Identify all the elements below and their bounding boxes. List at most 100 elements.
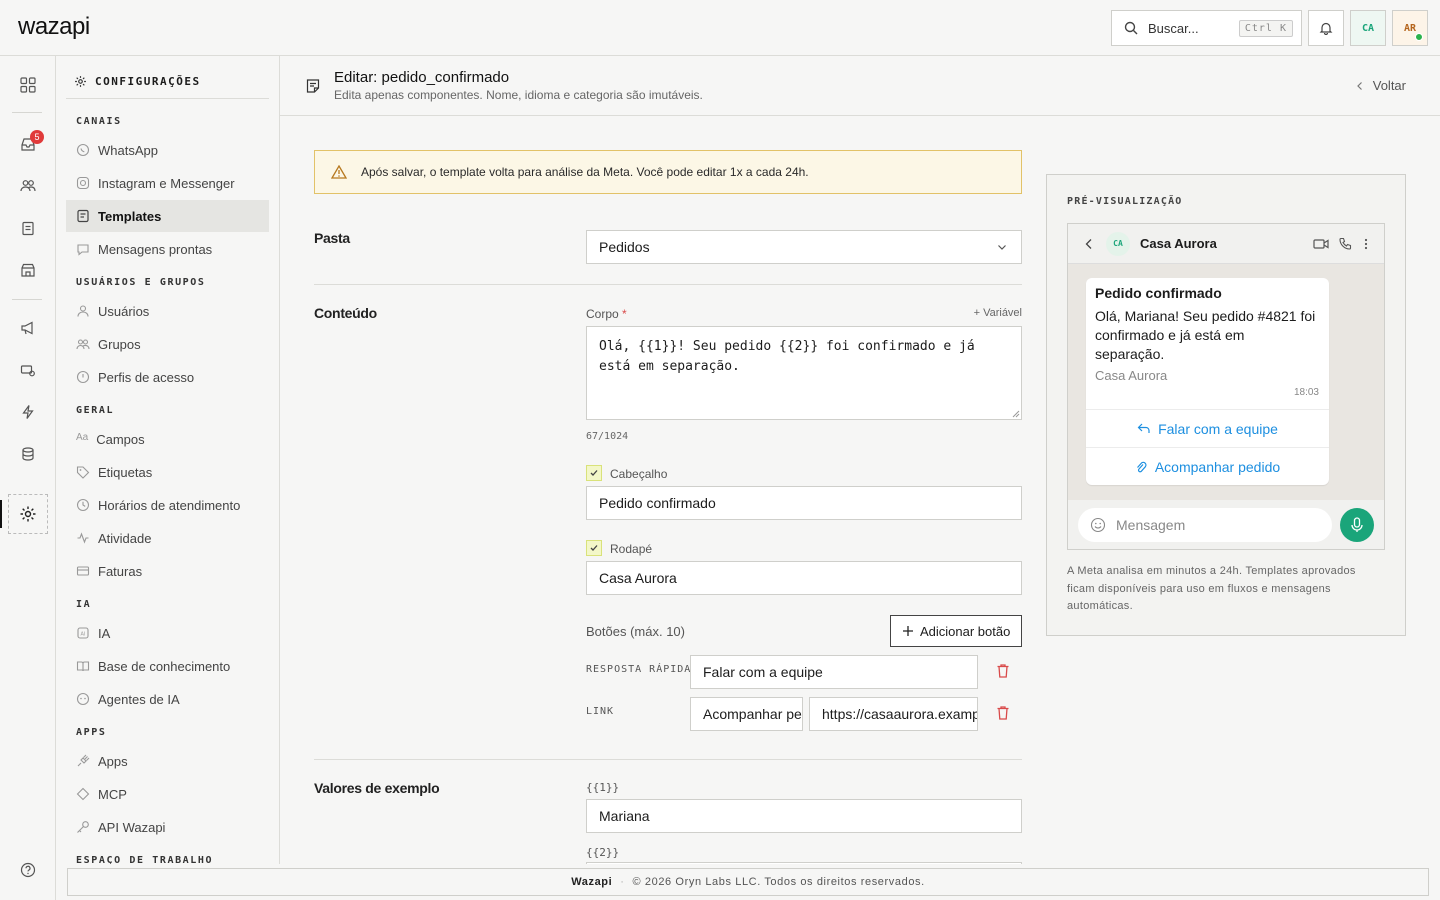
conteudo-section-label: Conteúdo — [314, 305, 377, 321]
template-icon — [76, 209, 90, 223]
sidebar-item-api[interactable]: API Wazapi — [66, 811, 269, 843]
user-avatar-button[interactable]: AR — [1392, 10, 1428, 46]
add-variable-button[interactable]: + Variável — [974, 307, 1022, 319]
search-icon — [1124, 21, 1138, 35]
section-canais: CANAIS — [76, 116, 122, 127]
resize-handle-icon[interactable] — [1012, 410, 1020, 418]
chat-message-input[interactable]: Mensagem — [1078, 508, 1332, 542]
sidebar-item-label: WhatsApp — [98, 142, 158, 158]
bot-icon — [76, 692, 90, 706]
sidebar-item-agentes[interactable]: Agentes de IA — [66, 683, 269, 715]
link-icon — [1136, 461, 1147, 472]
sidebar-item-ia[interactable]: AI IA — [66, 617, 269, 649]
sidebar-item-campos[interactable]: Aa Campos — [66, 423, 269, 455]
icon-rail: 5 — [0, 56, 56, 900]
sidebar-item-perfis[interactable]: Perfis de acesso — [66, 361, 269, 393]
warning-text: Após salvar, o template volta para análi… — [361, 165, 809, 179]
whatsapp-icon — [76, 143, 90, 157]
sidebar-item-whatsapp[interactable]: WhatsApp — [66, 134, 269, 166]
page-subtitle: Edita apenas componentes. Nome, idioma e… — [334, 88, 703, 102]
sidebar-item-label: Templates — [98, 208, 162, 224]
rail-database[interactable] — [14, 440, 42, 468]
sidebar-item-label: Perfis de acesso — [98, 369, 195, 385]
pasta-select[interactable]: Pedidos — [586, 230, 1022, 264]
sidebar-item-label: API Wazapi — [98, 819, 166, 835]
rail-store[interactable] — [14, 256, 42, 284]
search-placeholder: Buscar... — [1148, 20, 1199, 36]
ai-icon: AI — [76, 626, 90, 640]
button2-text-input[interactable]: Acompanhar pedido — [690, 697, 803, 731]
grid-icon — [20, 77, 36, 93]
preview-note: A Meta analisa em minutos a 24h. Templat… — [1067, 565, 1356, 612]
chat-input-bar: Mensagem — [1068, 500, 1384, 549]
chat-avatar: CA — [1106, 231, 1130, 256]
message-body: Olá, Mariana! Seu pedido #4821 foi confi… — [1095, 308, 1316, 362]
chat-input-placeholder: Mensagem — [1116, 517, 1186, 533]
preview-button1-label: Falar com a equipe — [1158, 420, 1278, 437]
trash-icon[interactable] — [996, 705, 1010, 721]
sidebar-item-mensagens-prontas[interactable]: Mensagens prontas — [66, 233, 269, 265]
rail-divider — [12, 299, 42, 300]
chat-header: CA Casa Aurora — [1068, 224, 1384, 264]
org-avatar-button[interactable]: CA — [1350, 10, 1386, 46]
preview-quick-reply-button[interactable]: Falar com a equipe — [1086, 409, 1329, 447]
sidebar-item-etiquetas[interactable]: Etiquetas — [66, 456, 269, 488]
trash-icon[interactable] — [996, 663, 1010, 679]
activity-icon — [76, 531, 90, 545]
page-header: Editar: pedido_confirmado Edita apenas c… — [280, 56, 1440, 116]
sidebar-item-base-conhecimento[interactable]: Base de conhecimento — [66, 650, 269, 682]
app-logo[interactable]: wazapi — [18, 13, 90, 41]
add-button-button[interactable]: Adicionar botão — [890, 615, 1022, 647]
sidebar-item-mcp[interactable]: MCP — [66, 778, 269, 810]
rodape-checkbox[interactable] — [586, 540, 602, 556]
page-title: Editar: pedido_confirmado — [334, 69, 510, 86]
message-bubble: Pedido confirmado Olá, Mariana! Seu pedi… — [1086, 278, 1329, 485]
group-icon — [76, 337, 90, 351]
warning-icon — [331, 165, 347, 179]
button2-url-input[interactable]: https://casaaurora.example — [809, 697, 978, 731]
cabecalho-checkbox[interactable] — [586, 465, 602, 481]
sidebar-item-templates[interactable]: Templates — [66, 200, 269, 232]
rail-dashboard[interactable] — [14, 71, 42, 99]
mic-button[interactable] — [1340, 508, 1374, 542]
rail-tasks[interactable] — [14, 214, 42, 242]
back-button[interactable]: Voltar — [1355, 78, 1406, 93]
notifications-button[interactable] — [1308, 10, 1344, 46]
user-icon — [76, 304, 90, 318]
add-button-label: Adicionar botão — [920, 623, 1011, 639]
sidebar-item-usuarios[interactable]: Usuários — [66, 295, 269, 327]
sidebar-item-label: Faturas — [98, 563, 143, 579]
rail-settings-active[interactable] — [8, 494, 48, 534]
text-fields-icon: Aa — [76, 432, 89, 443]
book-icon — [76, 659, 90, 673]
sidebar-item-label: Base de conhecimento — [98, 658, 231, 674]
corpo-textarea[interactable]: Olá, {{1}}! Seu pedido {{2}} foi confirm… — [586, 326, 1022, 420]
rail-help[interactable] — [14, 856, 42, 884]
rail-tickets[interactable] — [14, 356, 42, 384]
var2-input[interactable] — [586, 862, 1022, 864]
sidebar-item-instagram[interactable]: Instagram e Messenger — [66, 167, 269, 199]
cabecalho-input[interactable]: Pedido confirmado — [586, 486, 1022, 520]
corpo-label-text: Corpo — [586, 307, 619, 321]
sidebar-item-horarios[interactable]: Horários de atendimento — [66, 489, 269, 521]
clipboard-icon — [22, 221, 34, 236]
rodape-input[interactable]: Casa Aurora — [586, 561, 1022, 595]
sidebar-item-label: MCP — [98, 786, 127, 802]
chat-contact-name: Casa Aurora — [1140, 236, 1217, 251]
sidebar-item-faturas[interactable]: Faturas — [66, 555, 269, 587]
sidebar-item-atividade[interactable]: Atividade — [66, 522, 269, 554]
lightning-icon — [22, 405, 34, 419]
var1-input[interactable]: Mariana — [586, 799, 1022, 833]
rail-campaigns[interactable] — [14, 314, 42, 342]
rail-automations[interactable] — [14, 398, 42, 426]
tickets-icon — [20, 365, 35, 377]
stack-icon — [22, 447, 34, 461]
rail-contacts[interactable] — [14, 172, 42, 200]
pasta-select-value: Pedidos — [599, 239, 650, 255]
preview-link-button[interactable]: Acompanhar pedido — [1086, 447, 1329, 485]
button1-text-input[interactable]: Falar com a equipe — [690, 655, 978, 689]
search-box[interactable]: Buscar... Ctrl K — [1111, 10, 1302, 46]
sidebar-item-apps[interactable]: Apps — [66, 745, 269, 777]
chevron-down-icon — [998, 245, 1006, 250]
sidebar-item-grupos[interactable]: Grupos — [66, 328, 269, 360]
